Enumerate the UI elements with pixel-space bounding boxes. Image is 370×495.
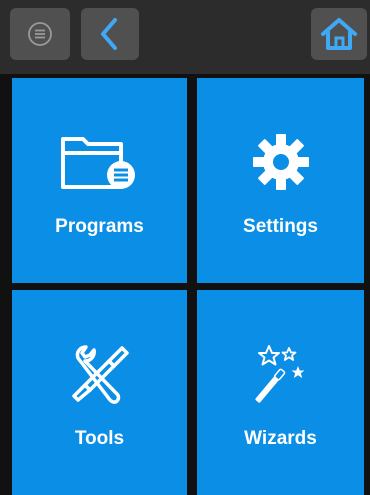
- top-toolbar: [0, 0, 370, 74]
- settings-tile[interactable]: Settings: [197, 78, 364, 283]
- home-icon: [320, 17, 358, 51]
- programs-label: Programs: [55, 216, 144, 237]
- home-button[interactable]: [311, 8, 367, 60]
- menu-button[interactable]: [10, 8, 70, 60]
- tools-icon: [12, 344, 187, 404]
- programs-tile[interactable]: Programs: [12, 78, 187, 283]
- tools-label: Tools: [74, 428, 125, 449]
- wizards-label: Wizards: [244, 428, 317, 449]
- menu-icon: [27, 21, 53, 47]
- folder-icon: [12, 132, 187, 192]
- wand-icon: [197, 344, 364, 404]
- tools-tile[interactable]: Tools: [12, 290, 187, 495]
- gear-icon: [197, 132, 364, 192]
- wizards-tile[interactable]: Wizards: [197, 290, 364, 495]
- back-icon: [95, 16, 125, 52]
- back-button[interactable]: [81, 8, 139, 60]
- settings-label: Settings: [243, 216, 318, 237]
- main-menu-grid: Programs Settings Tools Wizards: [0, 74, 370, 495]
